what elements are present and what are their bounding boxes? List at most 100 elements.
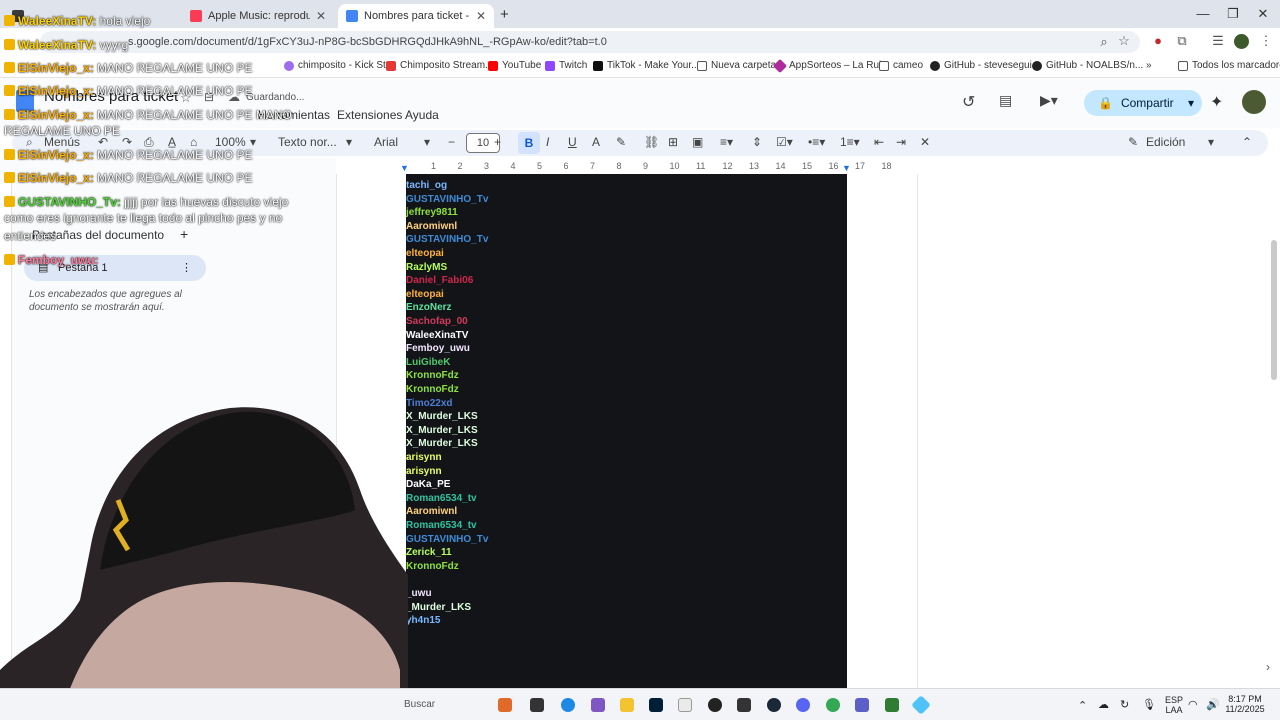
left-indent-marker-icon[interactable]: ▼ xyxy=(400,163,409,173)
extension-icon[interactable]: ● xyxy=(1148,33,1168,48)
meet-icon[interactable]: ▶▾ xyxy=(1040,92,1058,109)
close-tab-icon[interactable]: ✕ xyxy=(316,9,326,23)
version-history-icon[interactable]: ↺ xyxy=(962,92,975,112)
appsorteos-icon xyxy=(772,58,788,73)
bookmark-item[interactable]: AppSorteos – La Rul... xyxy=(772,58,890,73)
numbered-list-icon[interactable]: 1≡▾ xyxy=(840,135,860,149)
text-color-icon[interactable]: A xyxy=(592,135,600,149)
edge-icon[interactable] xyxy=(561,698,575,712)
increase-font-size-icon[interactable]: + xyxy=(494,135,501,149)
extensions-puzzle-icon[interactable]: ⧉ xyxy=(1172,33,1192,49)
chat-message: ElSinViejo_x: MANO REGALAME UNO PE xyxy=(4,171,253,185)
bulleted-list-icon[interactable]: •≡▾ xyxy=(808,135,825,149)
zoom-icon[interactable]: ⌕ xyxy=(1094,34,1114,50)
menu-icon[interactable]: ⋮ xyxy=(1256,33,1276,49)
photoshop-icon[interactable] xyxy=(649,698,663,712)
apple-music-icon[interactable] xyxy=(678,698,692,712)
bold-button[interactable]: B xyxy=(518,132,540,154)
chat-username: WaleeXinaTV: xyxy=(18,38,97,52)
checklist-icon[interactable]: ☑▾ xyxy=(776,135,793,149)
maximize-icon[interactable]: ❐ xyxy=(1218,6,1248,22)
comments-icon[interactable]: ▤ xyxy=(999,92,1012,109)
bookmark-folder[interactable]: Nueva carpeta xyxy=(697,60,776,71)
bookmark-item[interactable]: Twitch xyxy=(545,60,587,71)
bookmark-item[interactable]: Chimposito Stream... xyxy=(386,60,493,71)
browser-tab-docs[interactable]: Nombres para ticket - Docume ✕ xyxy=(338,4,494,28)
link-icon[interactable]: ⛓ xyxy=(644,135,659,149)
wifi-icon[interactable]: ◠ xyxy=(1188,698,1198,711)
file-explorer-icon[interactable] xyxy=(620,698,634,712)
ruler-number: 12 xyxy=(722,161,733,171)
underline-icon[interactable]: U xyxy=(568,135,577,149)
copilot-icon[interactable] xyxy=(591,698,605,712)
minimize-icon[interactable]: — xyxy=(1188,6,1218,21)
new-tab-button[interactable]: + xyxy=(500,6,509,23)
input-language[interactable]: ESP LAA xyxy=(1164,695,1184,715)
bookmark-folder[interactable]: cameo xyxy=(879,60,923,71)
zoom-select[interactable]: 100% xyxy=(215,135,246,149)
increase-indent-icon[interactable]: ⇥ xyxy=(896,135,906,149)
chevron-down-icon[interactable]: ▾ xyxy=(1188,96,1194,110)
obs-icon[interactable] xyxy=(708,698,722,712)
bookmark-item[interactable]: GitHub - stevesegui... xyxy=(930,60,1040,71)
chrome-icon[interactable] xyxy=(826,698,840,712)
style-select[interactable]: Texto nor... xyxy=(278,135,337,149)
cloud-icon[interactable]: ☁ xyxy=(1098,698,1109,711)
epic-games-icon[interactable] xyxy=(737,698,751,712)
bookmark-item[interactable]: GitHub - NOALBS/n... xyxy=(1032,60,1143,71)
menu-ayuda[interactable]: Ayuda xyxy=(405,108,439,122)
address-bar[interactable]: s.google.com/document/d/1gFxCY3uJ-nP8G-b… xyxy=(40,31,1140,53)
clock[interactable]: 8:17 PM 11/2/2025 xyxy=(1218,694,1272,714)
taskbar-search[interactable]: Buscar xyxy=(404,699,435,710)
show-hidden-icons-icon[interactable]: ⌃ xyxy=(1078,699,1087,712)
app-icon[interactable] xyxy=(911,695,931,715)
spellcheck-icon[interactable]: A̲ xyxy=(168,135,176,149)
profile-avatar[interactable] xyxy=(1234,34,1249,49)
menu-extensiones[interactable]: Extensiones xyxy=(337,108,402,122)
line-spacing-icon[interactable]: ⇕ xyxy=(752,135,762,149)
font-select[interactable]: Arial xyxy=(374,135,398,149)
gemini-icon[interactable]: ✦ xyxy=(1210,92,1223,112)
tab-options-icon[interactable]: ⋮ xyxy=(181,255,192,281)
decrease-font-size-icon[interactable]: − xyxy=(448,135,455,149)
clear-formatting-icon[interactable]: ✕ xyxy=(920,135,930,149)
image-icon[interactable]: ▣ xyxy=(692,135,703,149)
bookmark-item[interactable]: TikTok - Make Your... xyxy=(593,60,699,71)
bookmark-item[interactable]: chimposito - Kick St... xyxy=(284,60,394,71)
reading-list-icon[interactable]: ☰ xyxy=(1208,33,1228,49)
close-window-icon[interactable]: ✕ xyxy=(1248,6,1278,22)
share-button[interactable]: 🔒 Compartir ▾ xyxy=(1084,90,1202,116)
scrollbar[interactable] xyxy=(1271,240,1277,380)
chat-username: ElSinViejo_x: xyxy=(18,148,94,162)
name-entry: arisynn xyxy=(406,465,442,477)
bookmark-star-icon[interactable]: ☆ xyxy=(1114,33,1134,49)
highlight-icon[interactable]: ✎ xyxy=(616,135,626,149)
comment-add-icon[interactable]: ⊞ xyxy=(668,135,678,149)
add-tab-icon[interactable]: + xyxy=(180,226,188,242)
steam-icon[interactable] xyxy=(767,698,781,712)
explore-icon[interactable]: › xyxy=(1266,660,1270,674)
microphone-icon[interactable]: 🎙 xyxy=(1142,698,1156,711)
sync-icon[interactable]: ↻ xyxy=(1120,698,1129,711)
horizontal-ruler: 1 2 3 4 5 6 7 8 9 10 11 12 13 14 15 16 17 18 ▼ ▼ xyxy=(336,160,918,174)
bookmark-item[interactable]: YouTube xyxy=(488,60,541,71)
teams-icon[interactable] xyxy=(855,698,869,712)
weather-icon[interactable] xyxy=(498,698,512,712)
paint-format-icon[interactable]: ⌂ xyxy=(190,135,197,149)
collapse-menus-icon[interactable]: ⌃ xyxy=(1242,135,1252,149)
browser-tab-apple-music[interactable]: Apple Music: reproductor ✕ xyxy=(182,4,334,28)
terminal-icon[interactable] xyxy=(885,698,899,712)
italic-icon[interactable]: I xyxy=(546,135,549,149)
decrease-indent-icon[interactable]: ⇤ xyxy=(874,135,884,149)
discord-icon[interactable] xyxy=(796,698,810,712)
account-avatar[interactable] xyxy=(1242,90,1266,114)
chat-badge-icon xyxy=(4,15,15,26)
right-indent-marker-icon[interactable]: ▼ xyxy=(842,163,851,173)
align-left-icon[interactable]: ≡▾ xyxy=(720,135,733,149)
task-view-icon[interactable] xyxy=(530,698,544,712)
more-bookmarks-icon[interactable]: » xyxy=(1146,60,1152,71)
close-tab-icon[interactable]: ✕ xyxy=(476,9,486,23)
redo-icon[interactable]: ↷ xyxy=(122,135,132,149)
editing-mode-select[interactable]: Edición xyxy=(1146,135,1185,149)
all-bookmarks-folder[interactable]: Todos los marcadores xyxy=(1178,60,1280,71)
